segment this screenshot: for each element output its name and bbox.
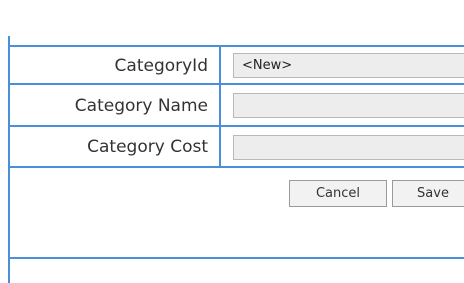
- category-id-label: CategoryId: [114, 56, 208, 76]
- category-id-field[interactable]: [233, 53, 464, 78]
- save-button[interactable]: Save: [392, 180, 464, 207]
- cancel-button[interactable]: Cancel: [289, 180, 387, 207]
- form-row-category-name: Category Name: [10, 85, 464, 127]
- category-cost-label: Category Cost: [87, 137, 208, 157]
- form-actions-row: Cancel Save: [10, 168, 464, 217]
- form-row-category-id: CategoryId: [10, 47, 464, 85]
- category-name-field[interactable]: [233, 93, 464, 118]
- category-form: CategoryId Category Name Category Cost C…: [10, 45, 464, 259]
- form-row-category-cost: Category Cost: [10, 127, 464, 168]
- category-name-label: Category Name: [74, 96, 208, 116]
- category-cost-field[interactable]: [233, 135, 464, 160]
